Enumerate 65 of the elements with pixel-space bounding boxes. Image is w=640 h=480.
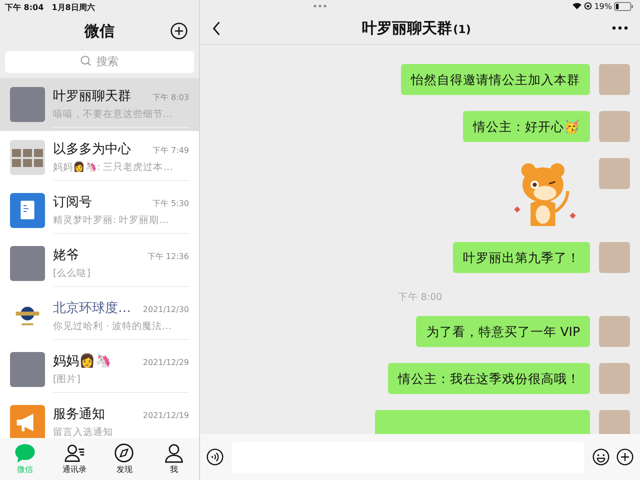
chat-time: 下午 8:03: [152, 92, 189, 103]
document-icon: [10, 193, 45, 228]
chat-preview: 留言入选通知: [53, 426, 114, 438]
avatar-photo-placeholder: [599, 64, 630, 95]
tab[interactable]: 发现: [100, 438, 150, 480]
chat-title: 叶罗丽聊天群: [362, 18, 452, 38]
avatar-photo-placeholder: [599, 363, 630, 394]
chat-time: 下午 12:36: [147, 251, 189, 262]
search-icon: [80, 55, 92, 67]
chat-preview: 精灵梦叶罗丽: 叶罗丽期…: [53, 214, 170, 227]
chat-name: 以多多为中心: [53, 141, 131, 158]
chat-time: 下午 7:49: [152, 145, 189, 156]
avatar-photo-placeholder: [599, 242, 630, 273]
compass-icon: [113, 443, 136, 463]
chat-time: 2021/12/29: [142, 358, 189, 367]
wifi-icon: [572, 2, 582, 10]
sidebar-title: 微信: [84, 22, 114, 40]
chat-name: 叶罗丽聊天群: [53, 88, 131, 105]
avatar-photo-placeholder: [10, 352, 45, 387]
status-time: 下午 8:04: [5, 2, 44, 14]
avatar-photo-placeholder: [599, 410, 630, 434]
chat-time: 下午 5:30: [152, 198, 189, 209]
chat-name: 妈妈👩🦄: [53, 352, 111, 370]
back-icon[interactable]: [212, 20, 221, 36]
add-icon[interactable]: [616, 448, 634, 466]
battery-percent: 19%: [594, 2, 612, 10]
chat-preview: 妈妈👩🦄: 三只老虎过本…: [53, 161, 174, 174]
chat-time: 2021/12/19: [142, 411, 189, 420]
message-bubble: 叶罗丽出第九季了！: [453, 242, 590, 273]
add-icon[interactable]: [170, 22, 188, 40]
chat-bubble-icon: [14, 443, 36, 463]
more-icon[interactable]: [612, 26, 628, 30]
chat-name: 订阅号: [53, 194, 92, 211]
multitask-dots-icon[interactable]: [313, 4, 327, 8]
person-icon: [163, 443, 186, 463]
lock-rotation-icon: [584, 2, 592, 10]
tab[interactable]: 我: [149, 438, 199, 480]
contacts-icon: [64, 443, 86, 463]
chat-time: 2021/12/30: [142, 305, 189, 314]
avatar-photo-placeholder: [10, 87, 45, 122]
message-bubble: 情公主：我在这季戏份很高哦！: [388, 363, 590, 394]
message-bubble: 为了看，特意买了一年 VIP: [416, 316, 590, 347]
battery-icon: [614, 2, 634, 10]
voice-icon[interactable]: [206, 448, 224, 466]
chat-name: 北京环球度…: [53, 300, 131, 317]
search-field[interactable]: 搜索: [5, 50, 194, 72]
chat-preview: 你见过哈利 · 波特的魔法…: [53, 320, 173, 333]
chat-name: 姥爷: [53, 247, 79, 264]
chat-preview: 嘻嘻，不要在意这些细节…: [53, 108, 174, 121]
chat-list-item[interactable]: 叶罗丽聊天群 下午 8:03 嘻嘻，不要在意这些细节…: [0, 78, 199, 131]
status-date: 1月8日周六: [52, 2, 95, 14]
message-bubble: 情公主：好开心🥳: [463, 111, 590, 142]
group-avatar: [10, 140, 45, 175]
tab[interactable]: 通讯录: [50, 438, 100, 480]
unread-count: (1): [453, 22, 471, 36]
chat-name: 服务通知: [53, 406, 105, 423]
message-bubble: 怡然自得邀请情公主加入本群: [401, 64, 590, 95]
avatar-photo-placeholder: [599, 158, 630, 189]
avatar-photo-placeholder: [599, 111, 630, 142]
emoji-icon[interactable]: [592, 448, 610, 466]
chat-preview: [么么哒]: [53, 267, 92, 280]
avatar-photo-placeholder: [10, 246, 45, 281]
avatar-photo-placeholder: [599, 316, 630, 347]
chat-preview: [图片]: [53, 373, 82, 386]
message-timestamp: 下午 8:00: [398, 292, 442, 303]
